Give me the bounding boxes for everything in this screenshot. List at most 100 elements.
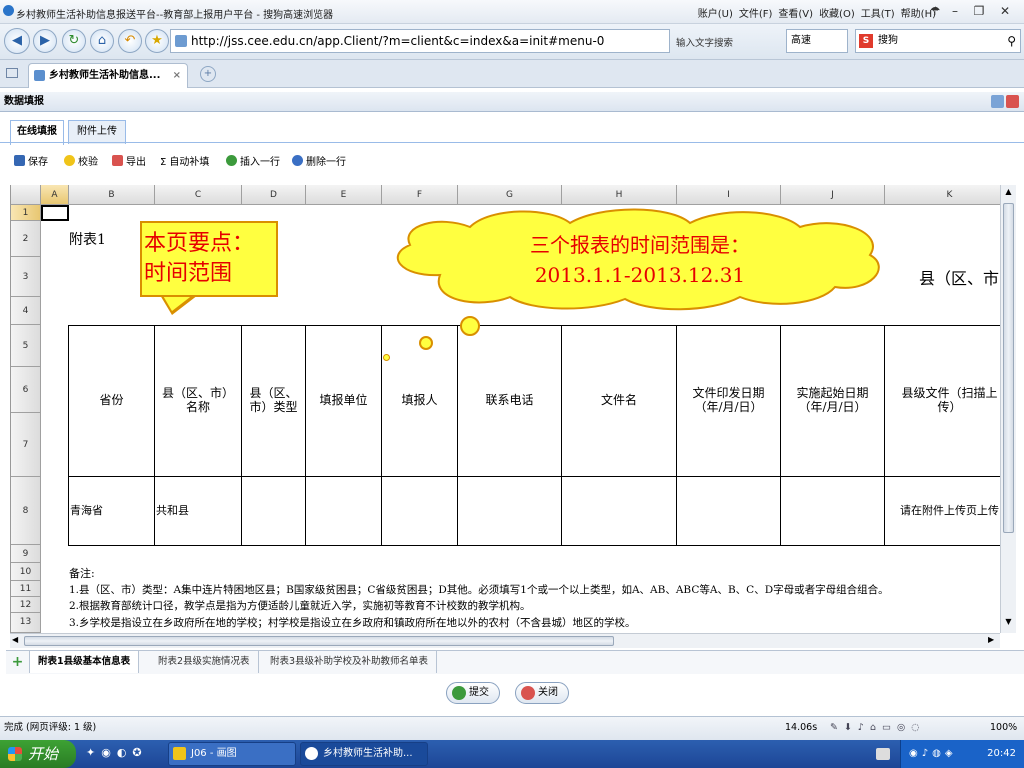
cell-phone[interactable] [458, 477, 562, 546]
address-bar[interactable]: http://jss.cee.edu.cn/app.Client/?m=clie… [170, 29, 670, 53]
quick-launch-icons[interactable]: ✦◉◐✪ [86, 746, 148, 759]
cell-county-type[interactable] [242, 477, 306, 546]
status-tool-icons[interactable]: ✎⬇♪⌂▭◎◌ [830, 717, 926, 739]
check-button[interactable]: 校验 [64, 153, 98, 168]
menu-favorites[interactable]: 收藏(O) [819, 9, 855, 20]
restore-button[interactable]: ❐ [970, 3, 988, 19]
row-header[interactable]: 10 [11, 563, 41, 581]
row-header[interactable]: 8 [11, 477, 41, 545]
note-line-2[interactable]: 2.根据教育部统计口径，教学点是指为方便适龄儿童就近入学，实施初等教育不计校数的… [69, 598, 531, 613]
column-header[interactable]: F [382, 185, 458, 205]
back-button[interactable]: ◀ [4, 28, 30, 54]
menu-view[interactable]: 查看(V) [778, 9, 813, 20]
zoom-level[interactable]: 100% [990, 717, 1017, 739]
row-header[interactable]: 3 [11, 257, 41, 297]
search-box[interactable]: S 搜狗 ⚲ [855, 29, 1021, 53]
row-header[interactable]: 11 [11, 581, 41, 597]
tab-attachment-upload[interactable]: 附件上传 [68, 120, 126, 144]
column-header[interactable]: K [885, 185, 1000, 205]
vertical-scrollbar[interactable]: ▲ ▼ [1000, 185, 1016, 633]
taskbar-item-paint[interactable]: J06 - 画图 [168, 742, 296, 766]
url-text[interactable]: http://jss.cee.edu.cn/app.Client/?m=clie… [191, 34, 604, 48]
header-phone[interactable]: 联系电话 [458, 326, 562, 477]
column-header[interactable]: H [562, 185, 677, 205]
column-header[interactable]: G [458, 185, 562, 205]
skin-icon[interactable]: ☂ [926, 3, 944, 19]
county-header-partial[interactable]: 县（区、市 [919, 265, 999, 289]
undo-tab-button[interactable]: ↶ [118, 29, 142, 53]
sheet-tab-3[interactable]: 附表3县级补助学校及补助教师名单表 [262, 651, 438, 673]
menu-account[interactable]: 账户(U) [698, 9, 733, 20]
speed-mode-dropdown[interactable]: 高速 [786, 29, 848, 53]
cell-upload-note[interactable]: 请在附件上传页上传 [885, 477, 1000, 546]
row-header[interactable]: 1 [11, 205, 41, 221]
menu-tools[interactable]: 工具(T) [861, 9, 895, 20]
cell-province[interactable]: 青海省 [69, 477, 155, 546]
horizontal-scrollbar[interactable]: ◀ ▶ [10, 633, 1000, 648]
header-province[interactable]: 省份 [69, 326, 155, 477]
panel-restore-icon[interactable] [991, 95, 1004, 108]
autofill-button[interactable]: Σ 自动补填 [160, 153, 209, 168]
note-line-3[interactable]: 3.乡学校是指设立在乡政府所在地的学校；村学校是指设立在乡政府和镇政府所在地以外… [69, 615, 636, 630]
scroll-left-icon[interactable]: ◀ [12, 635, 18, 644]
scroll-right-icon[interactable]: ▶ [988, 635, 994, 644]
start-button[interactable]: 开始 [0, 740, 76, 768]
row-header[interactable]: 13 [11, 613, 41, 633]
home-button[interactable]: ⌂ [90, 29, 114, 53]
column-header[interactable]: J [781, 185, 885, 205]
horizontal-scroll-thumb[interactable] [24, 636, 614, 646]
vertical-scroll-thumb[interactable] [1003, 203, 1014, 533]
cell-issue-date[interactable] [677, 477, 781, 546]
panel-close-icon[interactable] [1006, 95, 1019, 108]
scroll-down-icon[interactable]: ▼ [1003, 617, 1014, 629]
header-issue-date[interactable]: 文件印发日期 （年/月/日） [677, 326, 781, 477]
scroll-up-icon[interactable]: ▲ [1003, 187, 1014, 199]
cell-county[interactable]: 共和县 [155, 477, 242, 546]
header-county-name[interactable]: 县（区、市） 名称 [155, 326, 242, 477]
forward-button[interactable]: ▶ [33, 29, 57, 53]
row-header[interactable]: 12 [11, 597, 41, 613]
cell-unit[interactable] [306, 477, 382, 546]
table-title-cell[interactable]: 附表1 [69, 229, 106, 249]
new-tab-button[interactable]: + [200, 66, 216, 82]
favorite-star-icon[interactable]: ★ [145, 29, 169, 53]
header-unit[interactable]: 填报单位 [306, 326, 382, 477]
column-header[interactable]: B [69, 185, 155, 205]
header-county-doc[interactable]: 县级文件（扫描上 传） [885, 326, 1000, 477]
cell-start-date[interactable] [781, 477, 885, 546]
column-header[interactable]: C [155, 185, 242, 205]
header-start-date[interactable]: 实施起始日期 （年/月/日） [781, 326, 885, 477]
header-doc-name[interactable]: 文件名 [562, 326, 677, 477]
tab-close-icon[interactable]: × [173, 64, 181, 87]
header-reporter[interactable]: 填报人 [382, 326, 458, 477]
column-header[interactable]: I [677, 185, 781, 205]
search-hint[interactable]: 输入文字搜索 [676, 35, 733, 49]
close-window-button[interactable]: ✕ [996, 3, 1014, 19]
insert-row-button[interactable]: 插入一行 [226, 153, 280, 168]
row-header[interactable]: 4 [11, 297, 41, 325]
minimize-button[interactable]: – [946, 3, 964, 19]
submit-button[interactable]: 提交 [446, 682, 500, 704]
menu-file[interactable]: 文件(F) [739, 9, 773, 20]
browser-tab[interactable]: 乡村教师生活补助信息... × [28, 63, 188, 88]
close-button[interactable]: 关闭 [515, 682, 569, 704]
column-header[interactable]: D [242, 185, 306, 205]
column-header[interactable]: A [41, 185, 69, 205]
sheet-tab-1[interactable]: 附表1县级基本信息表 [30, 651, 140, 673]
cell-doc-name[interactable] [562, 477, 677, 546]
add-sheet-icon[interactable]: + [6, 651, 30, 673]
notes-heading[interactable]: 备注: [69, 565, 95, 581]
tray-icons[interactable]: ◉♪◍◈ [909, 740, 957, 768]
export-button[interactable]: 导出 [112, 153, 146, 168]
selected-cell-a1[interactable] [41, 205, 69, 221]
sheet-tab-2[interactable]: 附表2县级实施情况表 [150, 651, 259, 673]
cell-reporter[interactable] [382, 477, 458, 546]
column-header[interactable]: E [306, 185, 382, 205]
taskbar-item-browser[interactable]: 乡村教师生活补助... [300, 742, 428, 766]
header-county-type[interactable]: 县（区、 市）类型 [242, 326, 306, 477]
status-text[interactable]: 完成 (网页评级: 1 级) [4, 717, 96, 739]
note-line-1[interactable]: 1.县（区、市）类型：A集中连片特困地区县；B国家级贫困县；C省级贫困县；D其他… [69, 582, 889, 597]
sidebar-toggle-icon[interactable] [6, 68, 18, 78]
row-header[interactable]: 5 [11, 325, 41, 367]
grid-corner[interactable] [11, 185, 41, 205]
